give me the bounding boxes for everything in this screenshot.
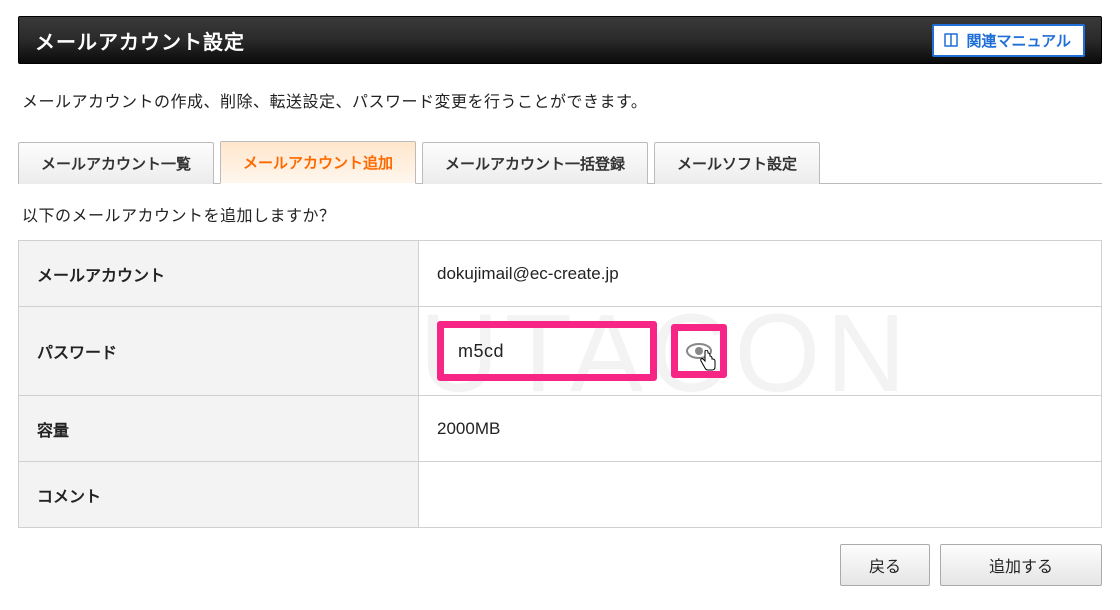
related-manual-label: 関連マニュアル [966,30,1071,51]
table-row: 容量 2000MB [19,396,1102,462]
book-icon [942,31,960,49]
comment-value [419,462,1102,528]
page-title: メールアカウント設定 [35,26,245,55]
account-value: dokujimail@ec-create.jp [419,241,1102,307]
tab-account-bulk[interactable]: メールアカウント一括登録 [422,142,648,184]
back-button[interactable]: 戻る [840,544,930,586]
page-description: メールアカウントの作成、削除、転送設定、パスワード変更を行うことができます。 [22,88,1098,112]
page-header: メールアカウント設定 関連マニュアル [18,16,1102,64]
action-button-row: 戻る 追加する [18,544,1102,586]
password-label: パスワード [19,307,419,396]
password-highlight-box: m5cd [437,321,657,381]
capacity-label: 容量 [19,396,419,462]
tab-mail-soft[interactable]: メールソフト設定 [654,142,820,184]
account-label: メールアカウント [19,241,419,307]
toggle-password-visibility-button[interactable] [684,336,714,366]
comment-label: コメント [19,462,419,528]
table-row: コメント [19,462,1102,528]
confirmation-table: メールアカウント dokujimail@ec-create.jp パスワード m… [18,240,1102,528]
password-cell: m5cd [419,307,1102,396]
related-manual-button[interactable]: 関連マニュアル [932,24,1085,57]
tab-bar: メールアカウント一覧 メールアカウント追加 メールアカウント一括登録 メールソフ… [18,140,1102,184]
pointer-cursor-icon [698,350,718,372]
capacity-value: 2000MB [419,396,1102,462]
table-row: パスワード m5cd [19,307,1102,396]
submit-button[interactable]: 追加する [940,544,1102,586]
eye-highlight-box [671,324,727,378]
table-row: メールアカウント dokujimail@ec-create.jp [19,241,1102,307]
confirm-prompt: 以下のメールアカウントを追加しますか？ [22,202,1102,226]
tab-account-add[interactable]: メールアカウント追加 [220,141,416,184]
password-value: m5cd [458,341,504,362]
tab-account-list[interactable]: メールアカウント一覧 [18,142,214,184]
